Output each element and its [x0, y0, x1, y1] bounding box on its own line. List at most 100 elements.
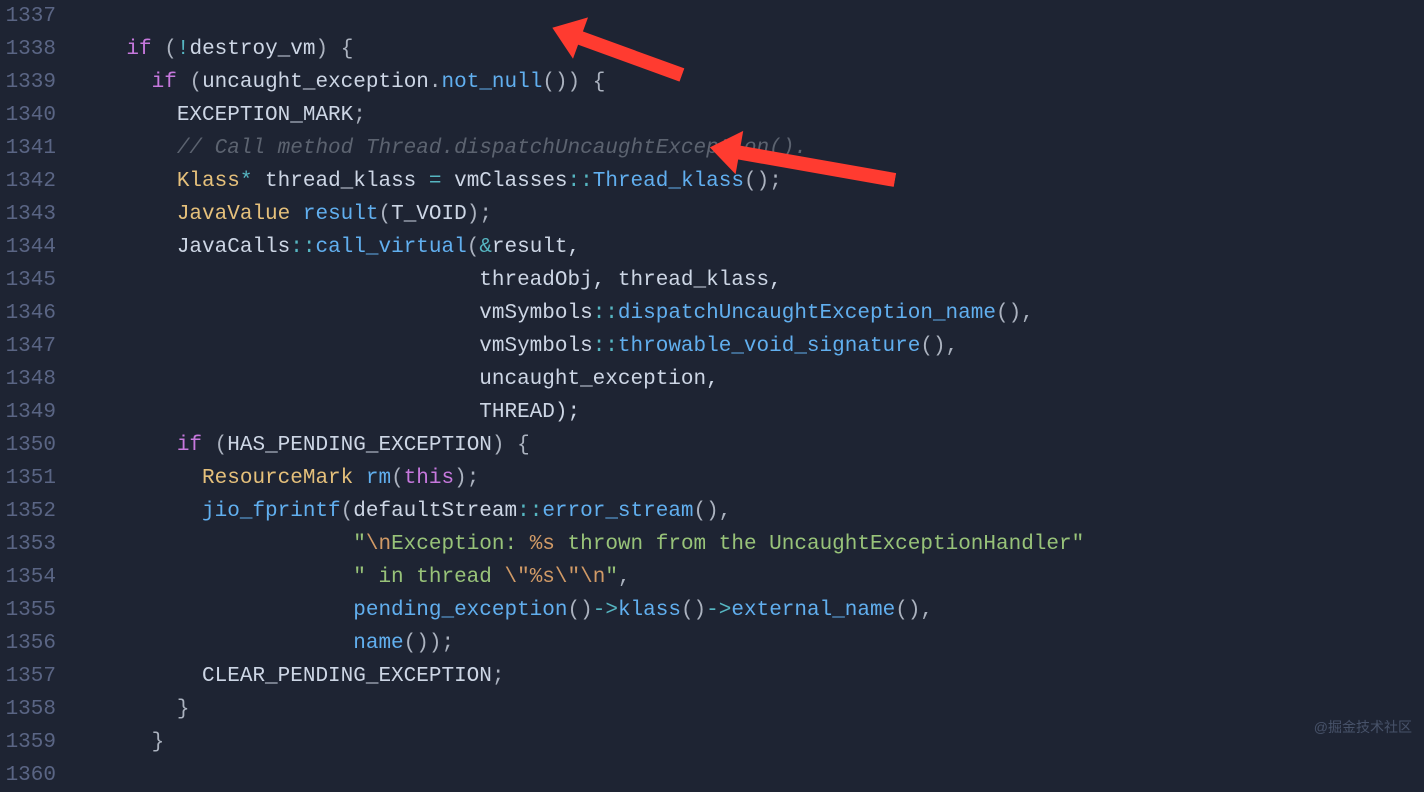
- line-number: 1354: [0, 561, 56, 594]
- token-punct: (: [341, 500, 354, 523]
- line-number: 1338: [0, 33, 56, 66]
- line-number: 1353: [0, 528, 56, 561]
- token-punct: }: [152, 731, 165, 754]
- code-line[interactable]: threadObj, thread_klass,: [76, 264, 1424, 297]
- token-ident: uncaught_exception: [202, 71, 429, 94]
- line-number: 1337: [0, 0, 56, 33]
- line-number: 1346: [0, 297, 56, 330]
- code-line[interactable]: JavaValue result(T_VOID);: [76, 198, 1424, 231]
- token-ident: [76, 632, 353, 655]
- token-punct: (),: [996, 302, 1034, 325]
- code-line[interactable]: pending_exception()->klass()->external_n…: [76, 594, 1424, 627]
- code-line[interactable]: "\nException: %s thrown from the Uncaugh…: [76, 528, 1424, 561]
- token-kw: if: [152, 71, 177, 94]
- token-punct: (: [152, 38, 177, 61]
- token-ident: T_VOID: [391, 203, 467, 226]
- token-op: ->: [706, 599, 731, 622]
- code-line[interactable]: jio_fprintf(defaultStream::error_stream(…: [76, 495, 1424, 528]
- token-ident: vmSymbols: [479, 302, 592, 325]
- line-number: 1342: [0, 165, 56, 198]
- token-ident: defaultStream: [353, 500, 517, 523]
- token-fmt: %s: [530, 533, 555, 556]
- code-line[interactable]: }: [76, 726, 1424, 759]
- token-punct: );: [454, 467, 479, 490]
- code-line[interactable]: [76, 0, 1424, 33]
- token-fn: name: [353, 632, 403, 655]
- token-ident: [76, 368, 479, 391]
- token-ident: uncaught_exception,: [479, 368, 718, 391]
- code-line[interactable]: if (uncaught_exception.not_null()) {: [76, 66, 1424, 99]
- watermark: @掘金技术社区: [1314, 711, 1412, 744]
- token-punct: (),: [920, 335, 958, 358]
- code-line[interactable]: }: [76, 693, 1424, 726]
- token-fmt: \": [504, 566, 529, 589]
- token-type: Klass: [177, 170, 240, 193]
- token-ident: THREAD);: [479, 401, 580, 424]
- code-line[interactable]: [76, 759, 1424, 792]
- code-line[interactable]: if (!destroy_vm) {: [76, 33, 1424, 66]
- token-fn: dispatchUncaughtException_name: [618, 302, 996, 325]
- token-str: thrown from the UncaughtExceptionHandler…: [555, 533, 1084, 556]
- token-ident: HAS_PENDING_EXCEPTION: [227, 434, 492, 457]
- token-ident: [76, 104, 177, 127]
- token-op: ::: [568, 170, 593, 193]
- code-line[interactable]: vmSymbols::throwable_void_signature(),: [76, 330, 1424, 363]
- line-number: 1360: [0, 759, 56, 792]
- token-op: =: [429, 170, 442, 193]
- token-op: &: [479, 236, 492, 259]
- token-ident: [76, 665, 202, 688]
- token-type: ResourceMark: [202, 467, 366, 490]
- token-fn: external_name: [731, 599, 895, 622]
- token-type: JavaValue: [177, 203, 303, 226]
- code-editor: 1337133813391340134113421343134413451346…: [0, 0, 1424, 752]
- token-kw: if: [177, 434, 202, 457]
- token-fn: Thread_klass: [593, 170, 744, 193]
- token-ident: [76, 236, 177, 259]
- token-ident: [76, 533, 353, 556]
- line-number: 1359: [0, 726, 56, 759]
- code-line[interactable]: " in thread \"%s\"\n",: [76, 561, 1424, 594]
- code-content[interactable]: if (!destroy_vm) { if (uncaught_exceptio…: [68, 0, 1424, 752]
- line-number: 1340: [0, 99, 56, 132]
- token-ident: destroy_vm: [189, 38, 315, 61]
- token-fmt: %s: [530, 566, 555, 589]
- token-fn: klass: [618, 599, 681, 622]
- token-ident: [76, 170, 177, 193]
- line-number: 1357: [0, 660, 56, 693]
- code-line[interactable]: if (HAS_PENDING_EXCEPTION) {: [76, 429, 1424, 462]
- code-line[interactable]: ResourceMark rm(this);: [76, 462, 1424, 495]
- token-str: ": [605, 566, 618, 589]
- token-punct: (: [378, 203, 391, 226]
- token-str: Exception:: [391, 533, 530, 556]
- token-punct: (: [177, 71, 202, 94]
- code-line[interactable]: uncaught_exception,: [76, 363, 1424, 396]
- code-line[interactable]: vmSymbols::dispatchUncaughtException_nam…: [76, 297, 1424, 330]
- token-ident: vmClasses: [442, 170, 568, 193]
- token-punct: ;: [353, 104, 366, 127]
- token-op: ::: [593, 302, 618, 325]
- token-kw: this: [404, 467, 454, 490]
- token-punct: (: [202, 434, 227, 457]
- code-line[interactable]: THREAD);: [76, 396, 1424, 429]
- code-line[interactable]: Klass* thread_klass = vmClasses::Thread_…: [76, 165, 1424, 198]
- token-fn: result: [303, 203, 379, 226]
- code-line[interactable]: JavaCalls::call_virtual(&result,: [76, 231, 1424, 264]
- code-line[interactable]: CLEAR_PENDING_EXCEPTION;: [76, 660, 1424, 693]
- line-number: 1351: [0, 462, 56, 495]
- code-line[interactable]: // Call method Thread.dispatchUncaughtEx…: [76, 132, 1424, 165]
- token-fn: pending_exception: [353, 599, 567, 622]
- token-ident: threadObj, thread_klass,: [479, 269, 781, 292]
- token-ident: thread_klass: [252, 170, 428, 193]
- token-ident: JavaCalls: [177, 236, 290, 259]
- token-ident: [76, 203, 177, 226]
- token-punct: ();: [744, 170, 782, 193]
- line-number: 1349: [0, 396, 56, 429]
- line-number-gutter: 1337133813391340134113421343134413451346…: [0, 0, 68, 752]
- token-ident: EXCEPTION_MARK: [177, 104, 353, 127]
- token-fn: throwable_void_signature: [618, 335, 920, 358]
- code-line[interactable]: EXCEPTION_MARK;: [76, 99, 1424, 132]
- token-punct: ;: [492, 665, 505, 688]
- token-fmt: \": [555, 566, 580, 589]
- token-ident: result,: [492, 236, 580, 259]
- code-line[interactable]: name());: [76, 627, 1424, 660]
